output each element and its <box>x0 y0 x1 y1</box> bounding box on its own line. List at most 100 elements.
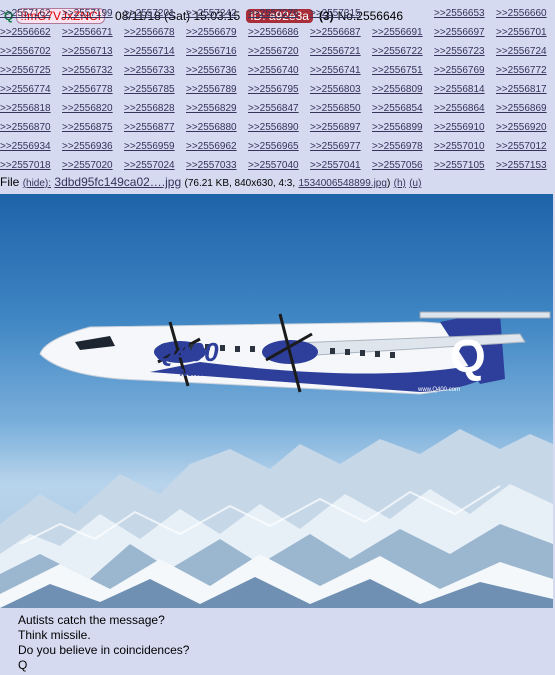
file-label: File <box>0 175 20 189</box>
backlink[interactable]: >>2556817 <box>496 84 547 95</box>
airplane-over-mountains-image: Q400 NextGen Q www.Q400.com <box>0 311 553 608</box>
backlink[interactable]: >>2556978 <box>372 141 423 152</box>
tail-logo: Q <box>450 330 486 382</box>
backlink[interactable]: >>2556850 <box>310 103 361 114</box>
backlink[interactable]: >>2556697 <box>434 27 485 38</box>
hide-file-link[interactable]: (hide): <box>23 178 51 189</box>
backlink[interactable]: >>2556854 <box>372 103 423 114</box>
backlink[interactable]: >>2556934 <box>0 141 51 152</box>
file-name-link[interactable]: 3dbd95fc149ca02….jpg <box>54 175 181 189</box>
post-image[interactable]: Q400 NextGen Q www.Q400.com <box>0 194 553 608</box>
backlink[interactable]: >>2556691 <box>372 27 423 38</box>
backlink[interactable]: >>2556818 <box>0 103 51 114</box>
backlink[interactable]: >>2557162 <box>0 8 51 19</box>
u-link[interactable]: (u) <box>409 178 421 189</box>
backlink[interactable]: >>2556671 <box>62 27 113 38</box>
backlink[interactable]: >>2557199 <box>62 8 113 19</box>
backlink[interactable]: >>2557242 <box>186 8 237 19</box>
backlink[interactable]: >>2556820 <box>62 103 113 114</box>
backlink[interactable]: >>2556714 <box>124 46 175 57</box>
backlink[interactable]: >>2556702 <box>0 46 51 57</box>
backlink[interactable]: >>2556814 <box>434 84 485 95</box>
backlink[interactable]: >>2556653 <box>434 8 485 19</box>
backlink[interactable]: >>2556686 <box>248 27 299 38</box>
backlink[interactable]: >>2557024 <box>124 160 175 171</box>
airplane: Q400 NextGen Q www.Q400.com <box>39 311 551 395</box>
original-filename-link[interactable]: 1534006548899.jpg <box>299 178 387 189</box>
backlink[interactable]: >>2556679 <box>186 27 237 38</box>
backlink[interactable]: >>2556936 <box>62 141 113 152</box>
file-details: (76.21 KB, 840x630, 4:3, <box>184 178 296 189</box>
backlink[interactable]: >>2556870 <box>0 122 51 133</box>
backlink[interactable]: >>2556809 <box>372 84 423 95</box>
backlink[interactable]: >>2557276 <box>248 8 299 19</box>
backlink[interactable]: >>2556687 <box>310 27 361 38</box>
backlink[interactable]: >>2556740 <box>248 65 299 76</box>
backlink[interactable]: >>2556713 <box>62 46 113 57</box>
backlink[interactable]: >>2556965 <box>248 141 299 152</box>
backlink[interactable]: >>2557012 <box>496 141 547 152</box>
backlink[interactable]: >>2556701 <box>496 27 547 38</box>
backlink[interactable]: >>2557105 <box>434 160 485 171</box>
backlink[interactable]: >>2556803 <box>310 84 361 95</box>
backlink[interactable]: >>2557020 <box>62 160 113 171</box>
backlink[interactable]: >>2557018 <box>0 160 51 171</box>
backlink[interactable]: >>2556789 <box>186 84 237 95</box>
backlink[interactable]: >>2557040 <box>248 160 299 171</box>
backlink[interactable]: >>2556977 <box>310 141 361 152</box>
backlink[interactable]: >>2556772 <box>496 65 547 76</box>
backlink[interactable]: >>2556869 <box>496 103 547 114</box>
backlink[interactable]: >>2556716 <box>186 46 237 57</box>
backlink[interactable]: >>2556877 <box>124 122 175 133</box>
backlink[interactable]: >>2556920 <box>496 122 547 133</box>
backlink[interactable]: >>2556722 <box>372 46 423 57</box>
backlink[interactable]: >>2556774 <box>0 84 51 95</box>
backlink[interactable]: >>2557315 <box>310 8 361 19</box>
fuselage-logo: Q400 <box>155 337 219 367</box>
backlink[interactable]: >>2556829 <box>186 103 237 114</box>
backlink[interactable]: >>2557010 <box>434 141 485 152</box>
backlink[interactable]: >>2556890 <box>248 122 299 133</box>
message-line: Autists catch the message? <box>18 613 165 627</box>
backlink[interactable]: >>2556828 <box>124 103 175 114</box>
backlink[interactable]: >>2556899 <box>372 122 423 133</box>
backlink[interactable]: >>2556723 <box>434 46 485 57</box>
message-line: Think missile. <box>18 628 91 642</box>
backlink[interactable]: >>2556785 <box>124 84 175 95</box>
backlink[interactable]: >>2556769 <box>434 65 485 76</box>
backlink[interactable]: >>2557033 <box>186 160 237 171</box>
backlink[interactable]: >>2556962 <box>186 141 237 152</box>
backlink[interactable]: >>2556736 <box>186 65 237 76</box>
backlink[interactable]: >>2556678 <box>124 27 175 38</box>
message-signature: Q <box>18 658 28 672</box>
backlink[interactable]: >>2556847 <box>248 103 299 114</box>
h-link[interactable]: (h) <box>394 178 406 189</box>
backlink[interactable]: >>2557056 <box>372 160 423 171</box>
backlink[interactable]: >>2556721 <box>310 46 361 57</box>
backlink[interactable]: >>2557201 <box>124 8 175 19</box>
backlink[interactable]: >>2556720 <box>248 46 299 57</box>
backlink[interactable]: >>2556875 <box>62 122 113 133</box>
backlink[interactable]: >>2556724 <box>496 46 547 57</box>
backlink[interactable]: >>2556910 <box>434 122 485 133</box>
post-container: Q !!mG7VJxZNCI 08/11/18 (Sat) 15:03:15 I… <box>0 0 555 675</box>
backlink[interactable]: >>2557041 <box>310 160 361 171</box>
backlink[interactable]: >>2556778 <box>62 84 113 95</box>
fuselage-subtitle: NextGen <box>180 368 221 379</box>
backlink[interactable]: >>2556959 <box>124 141 175 152</box>
backlink[interactable]: >>2556795 <box>248 84 299 95</box>
backlink[interactable]: >>2557153 <box>496 160 547 171</box>
backlink[interactable]: >>2556733 <box>124 65 175 76</box>
backlink[interactable]: >>2556864 <box>434 103 485 114</box>
backlink[interactable]: >>2556660 <box>496 8 547 19</box>
backlink[interactable]: >>2556751 <box>372 65 423 76</box>
backlink[interactable]: >>2556725 <box>0 65 51 76</box>
backlink[interactable]: >>2556880 <box>186 122 237 133</box>
backlink[interactable]: >>2556732 <box>62 65 113 76</box>
post-message: Autists catch the message? Think missile… <box>18 613 538 673</box>
file-info: File (hide): 3dbd95fc149ca02….jpg (76.21… <box>0 175 555 189</box>
backlink[interactable]: >>2556662 <box>0 27 51 38</box>
backlink[interactable]: >>2556897 <box>310 122 361 133</box>
backlink[interactable]: >>2556741 <box>310 65 361 76</box>
message-line: Do you believe in coincidences? <box>18 643 190 657</box>
